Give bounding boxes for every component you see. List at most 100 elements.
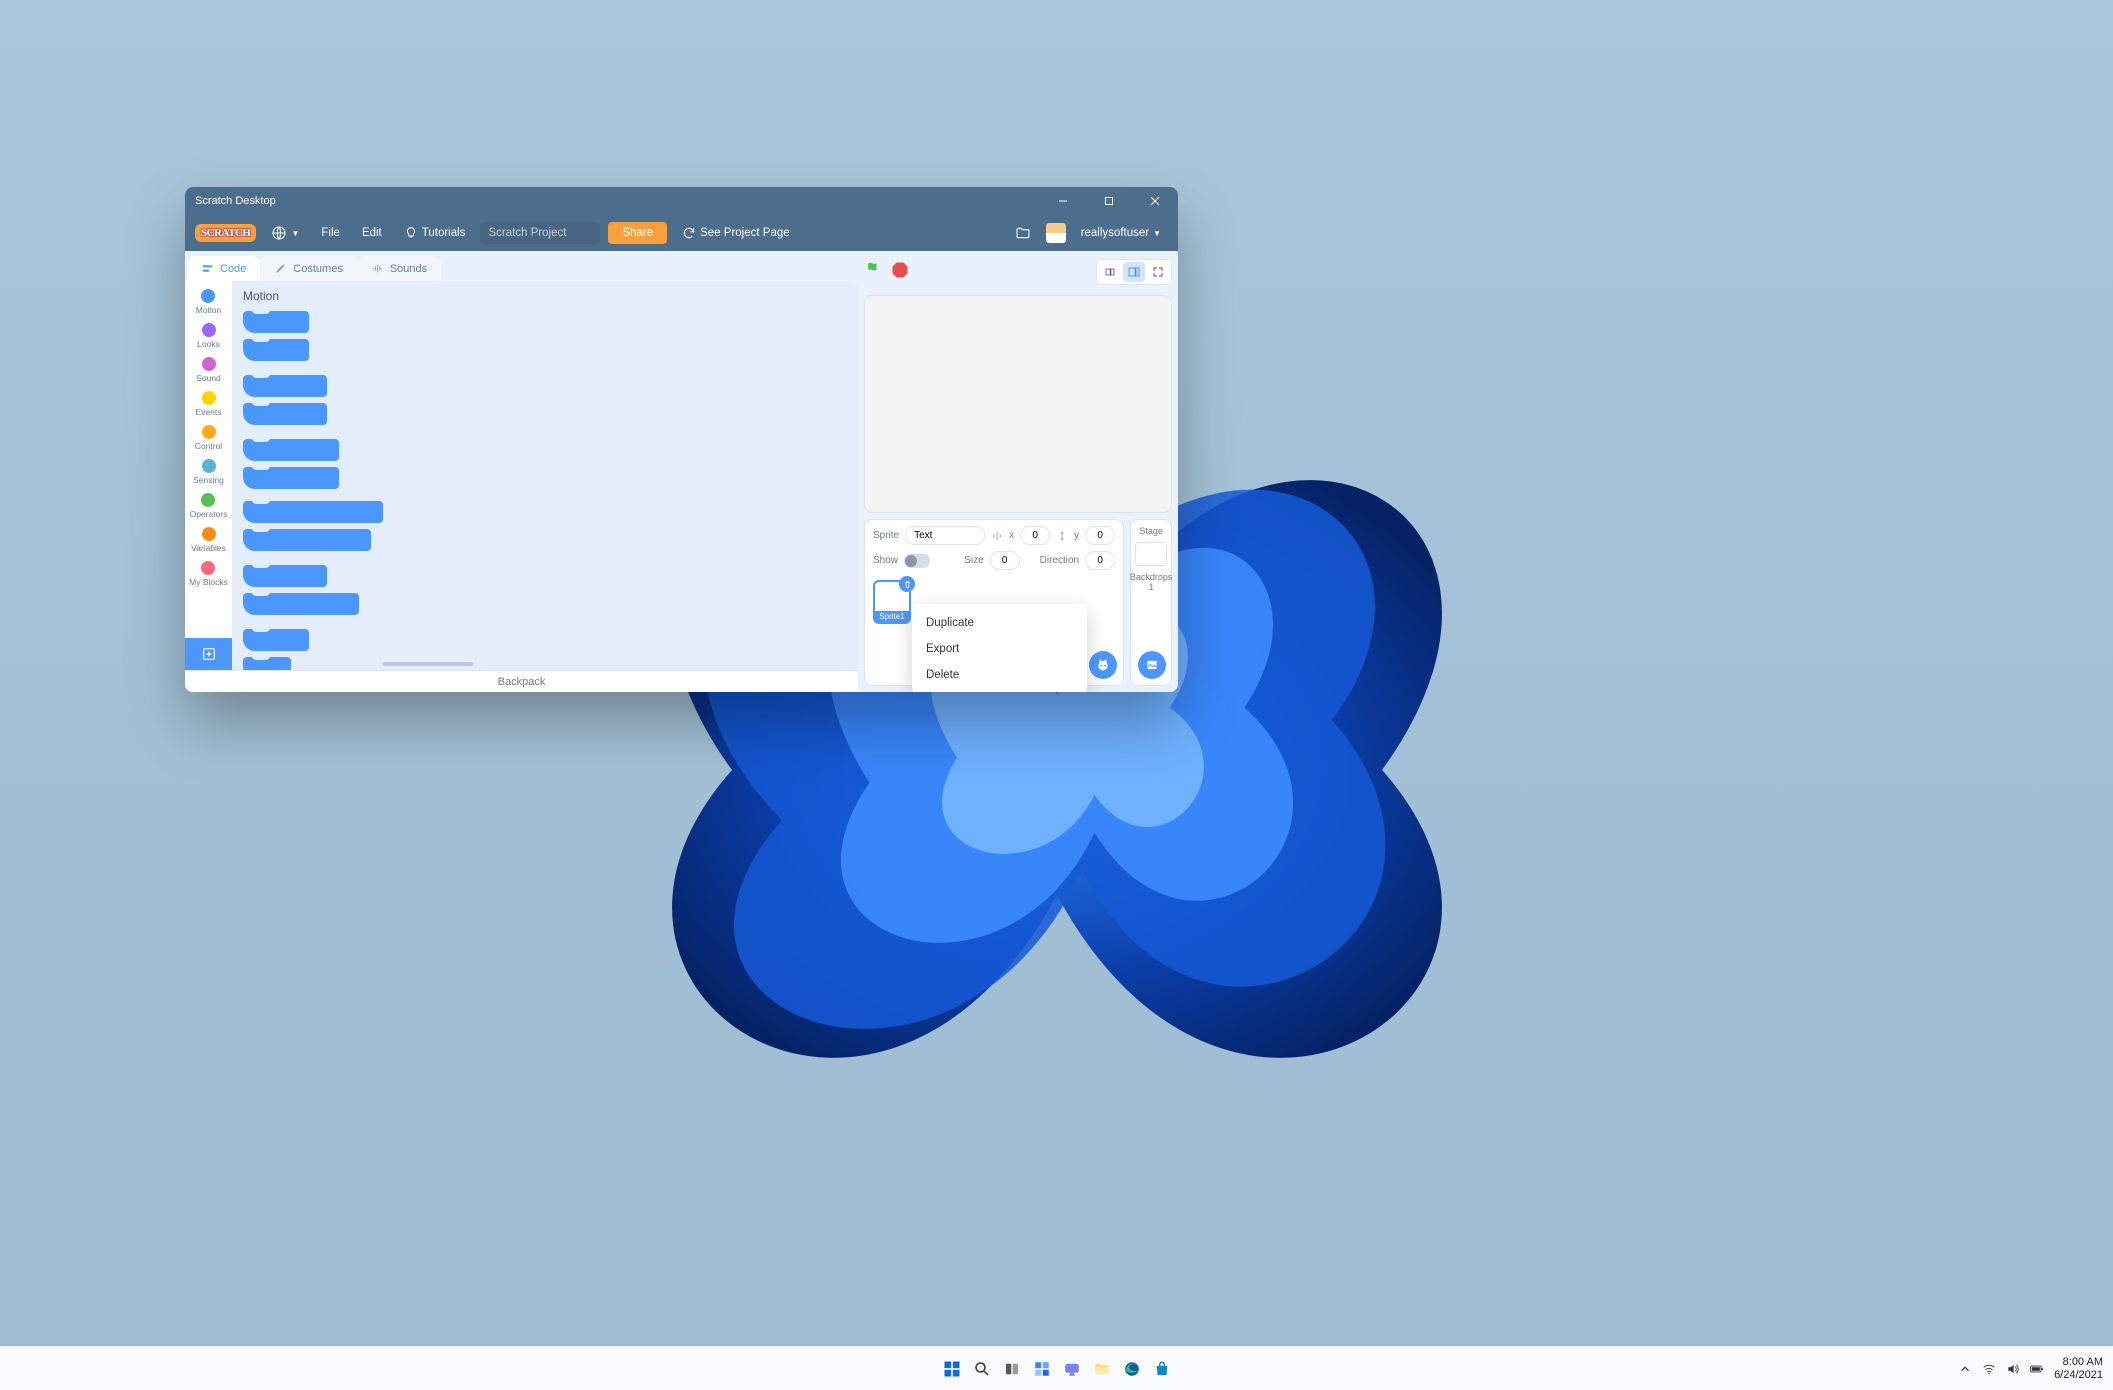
category-dot bbox=[202, 323, 216, 337]
titlebar[interactable]: Scratch Desktop bbox=[185, 187, 1178, 215]
motion-block[interactable] bbox=[243, 657, 291, 670]
motion-block[interactable] bbox=[243, 593, 359, 615]
globe-icon bbox=[271, 225, 287, 241]
category-label: Motion bbox=[196, 305, 222, 315]
start-button[interactable] bbox=[939, 1356, 965, 1382]
trash-icon bbox=[903, 580, 912, 589]
file-explorer-button[interactable] bbox=[1089, 1356, 1115, 1382]
window-close-button[interactable] bbox=[1132, 187, 1178, 215]
x-label: x bbox=[1009, 530, 1014, 541]
block-palette[interactable]: Motion bbox=[233, 281, 858, 670]
fullscreen-button[interactable] bbox=[1147, 262, 1169, 282]
task-view-icon bbox=[1003, 1360, 1021, 1378]
sprite-x-input[interactable] bbox=[1020, 526, 1050, 545]
scratch-desktop-window: Scratch Desktop SCRATCH ▼ File Edit Tuto… bbox=[185, 187, 1178, 692]
my-stuff-button[interactable] bbox=[1008, 222, 1038, 244]
share-button[interactable]: Share bbox=[608, 222, 667, 244]
task-view-button[interactable] bbox=[999, 1356, 1025, 1382]
sprite-context-menu: Duplicate Export Delete bbox=[912, 604, 1087, 692]
add-extension-button[interactable] bbox=[185, 638, 232, 670]
category-looks[interactable]: Looks bbox=[197, 321, 220, 351]
green-flag-button[interactable] bbox=[864, 260, 884, 285]
store-button[interactable] bbox=[1149, 1356, 1175, 1382]
sprite-thumbnail[interactable]: Sprite1 bbox=[873, 580, 911, 624]
sprite-size-input[interactable] bbox=[990, 551, 1020, 570]
motion-block[interactable] bbox=[243, 565, 327, 587]
motion-block[interactable] bbox=[243, 403, 327, 425]
system-clock[interactable]: 8:00 AM 6/24/2021 bbox=[2054, 1356, 2103, 1380]
motion-block[interactable] bbox=[243, 467, 339, 489]
tutorials-button[interactable]: Tutorials bbox=[397, 223, 473, 243]
see-project-page-button[interactable]: See Project Page bbox=[675, 223, 797, 243]
backdrops-label: Backdrops bbox=[1130, 572, 1173, 582]
taskbar-search-button[interactable] bbox=[969, 1356, 995, 1382]
stage-column: Stage Backdrops 1 bbox=[1130, 519, 1172, 686]
category-operators[interactable]: Operators bbox=[190, 491, 228, 521]
category-my-blocks[interactable]: My Blocks bbox=[189, 559, 228, 589]
edge-button[interactable] bbox=[1119, 1356, 1145, 1382]
folder-icon bbox=[1015, 225, 1031, 241]
clock-date: 6/24/2021 bbox=[2054, 1369, 2103, 1381]
sprite-label: Sprite bbox=[873, 530, 899, 541]
category-control[interactable]: Control bbox=[195, 423, 222, 453]
windows-taskbar[interactable]: 8:00 AM 6/24/2021 bbox=[0, 1346, 2113, 1390]
category-column: Motion Looks Sound Events Control Sensing Oper… bbox=[185, 281, 233, 670]
folder-icon bbox=[1093, 1360, 1111, 1378]
edit-menu[interactable]: Edit bbox=[355, 224, 389, 242]
chevron-up-icon[interactable] bbox=[1958, 1362, 1972, 1376]
file-menu[interactable]: File bbox=[314, 224, 347, 242]
category-variables[interactable]: Variables bbox=[191, 525, 226, 555]
project-title-input[interactable] bbox=[480, 222, 600, 244]
sprite-y-input[interactable] bbox=[1085, 526, 1115, 545]
add-backdrop-button[interactable] bbox=[1138, 651, 1166, 679]
context-delete[interactable]: Delete bbox=[912, 662, 1087, 688]
tab-sounds[interactable]: Sounds bbox=[357, 256, 441, 281]
category-dot bbox=[202, 357, 216, 371]
motion-block[interactable] bbox=[243, 375, 327, 397]
horizontal-scrollbar[interactable] bbox=[383, 662, 473, 666]
tab-code[interactable]: Code bbox=[187, 256, 260, 281]
chat-button[interactable] bbox=[1059, 1356, 1085, 1382]
sound-icon bbox=[371, 262, 384, 275]
motion-block[interactable] bbox=[243, 311, 309, 333]
tab-costumes[interactable]: Costumes bbox=[260, 256, 357, 281]
backpack-toggle[interactable]: Backpack bbox=[185, 670, 858, 692]
scratch-logo[interactable]: SCRATCH bbox=[195, 224, 256, 242]
motion-block[interactable] bbox=[243, 339, 309, 361]
category-events[interactable]: Events bbox=[196, 389, 222, 419]
context-export[interactable]: Export bbox=[912, 636, 1087, 662]
delete-sprite-icon-button[interactable] bbox=[899, 576, 915, 592]
widgets-icon bbox=[1033, 1360, 1051, 1378]
small-stage-button[interactable] bbox=[1099, 262, 1121, 282]
category-dot bbox=[202, 425, 216, 439]
widgets-button[interactable] bbox=[1029, 1356, 1055, 1382]
menubar: SCRATCH ▼ File Edit Tutorials Share See … bbox=[185, 215, 1178, 251]
motion-block[interactable] bbox=[243, 629, 309, 651]
context-duplicate[interactable]: Duplicate bbox=[912, 610, 1087, 636]
window-maximize-button[interactable] bbox=[1086, 187, 1132, 215]
motion-block[interactable] bbox=[243, 501, 383, 523]
motion-block[interactable] bbox=[243, 439, 339, 461]
stage[interactable] bbox=[864, 295, 1172, 513]
category-dot bbox=[201, 289, 215, 303]
large-stage-button[interactable] bbox=[1123, 262, 1145, 282]
volume-icon[interactable] bbox=[2006, 1362, 2020, 1376]
category-sound[interactable]: Sound bbox=[196, 355, 221, 385]
sprite-info-panel: Sprite x y Show Size bbox=[864, 519, 1124, 686]
account-menu[interactable]: reallysoftuser ▼ bbox=[1074, 224, 1168, 242]
stop-button[interactable] bbox=[890, 260, 910, 285]
sprite-direction-input[interactable] bbox=[1085, 551, 1115, 570]
show-toggle[interactable] bbox=[904, 554, 930, 568]
category-dot bbox=[202, 391, 216, 405]
battery-icon[interactable] bbox=[2030, 1362, 2044, 1376]
language-menu[interactable]: ▼ bbox=[264, 222, 306, 244]
category-motion[interactable]: Motion bbox=[196, 287, 222, 317]
window-minimize-button[interactable] bbox=[1040, 187, 1086, 215]
category-sensing[interactable]: Sensing bbox=[193, 457, 224, 487]
sprite-name-input[interactable] bbox=[905, 526, 985, 545]
category-dot bbox=[202, 527, 216, 541]
wifi-icon[interactable] bbox=[1982, 1362, 1996, 1376]
stage-thumbnail[interactable] bbox=[1135, 542, 1167, 566]
motion-block[interactable] bbox=[243, 529, 371, 551]
add-sprite-button[interactable] bbox=[1089, 651, 1117, 679]
